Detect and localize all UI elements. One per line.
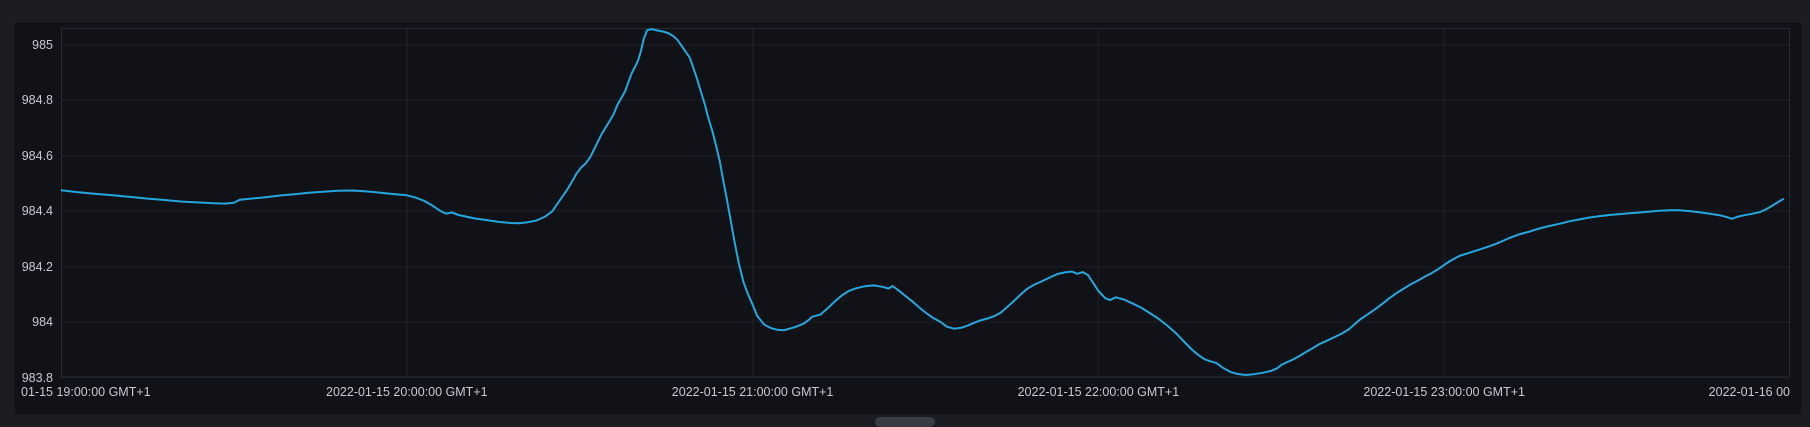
- y-tick-label: 984.2: [22, 260, 53, 274]
- y-axis: 983.8 984 984.2 984.4 984.6 984.8 985: [0, 0, 53, 422]
- x-tick-label: 2022-01-15 22:00:00 GMT+1: [1018, 385, 1180, 399]
- y-tick-label: 984.4: [22, 204, 53, 218]
- x-tick-label: 01-15 19:00:00 GMT+1: [21, 385, 151, 399]
- y-tick-label: 985: [32, 38, 53, 52]
- x-axis: 01-15 19:00:00 GMT+1 2022-01-15 20:00:00 …: [0, 385, 1810, 401]
- x-tick-label: 2022-01-16 00: [1709, 385, 1790, 399]
- y-tick-label: 984: [32, 315, 53, 329]
- y-tick-label: 984.8: [22, 93, 53, 107]
- x-tick-label: 2022-01-15 20:00:00 GMT+1: [326, 385, 488, 399]
- horizontal-scrollbar-thumb[interactable]: [875, 417, 935, 427]
- line-chart[interactable]: [61, 28, 1790, 378]
- y-tick-label: 983.8: [22, 371, 53, 385]
- y-tick-label: 984.6: [22, 149, 53, 163]
- dashboard-background: 983.8 984 984.2 984.4 984.6 984.8 985 01-15 19…: [0, 0, 1810, 422]
- x-tick-label: 2022-01-15 21:00:00 GMT+1: [672, 385, 834, 399]
- x-tick-label: 2022-01-15 23:00:00 GMT+1: [1363, 385, 1525, 399]
